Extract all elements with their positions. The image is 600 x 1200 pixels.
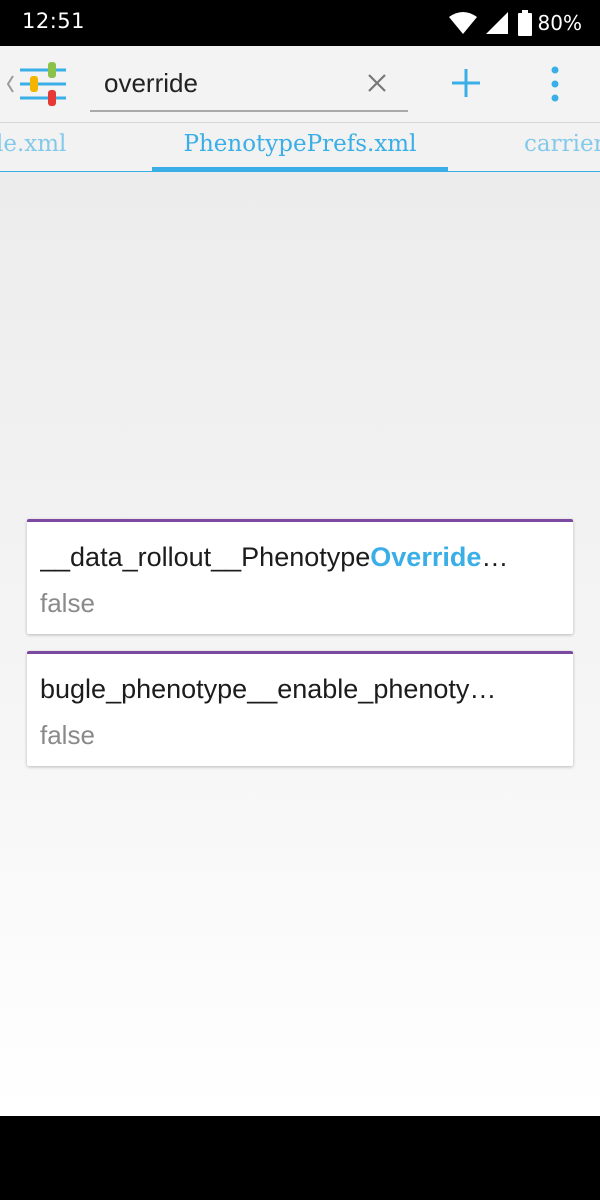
preference-item[interactable]: __data_rollout__PhenotypeOverride… false xyxy=(27,519,573,634)
preference-value: false xyxy=(40,720,95,750)
file-tabs: le.xml PhenotypePrefs.xml carrier xyxy=(0,123,600,173)
preference-key: bugle_phenotype__enable_phenoty… xyxy=(40,674,560,705)
sliders-icon[interactable] xyxy=(4,60,70,108)
tab-next-file[interactable]: carrier xyxy=(524,131,600,157)
key-prefix: __data_rollout__Phenotype xyxy=(40,542,371,572)
key-prefix: bugle_phenotype__enable_phenoty xyxy=(40,674,470,704)
status-time: 12:51 xyxy=(22,9,86,33)
status-bar: 12:51 80% xyxy=(0,0,600,46)
toolbar xyxy=(0,46,600,123)
search-box xyxy=(90,60,408,112)
navigation-bar xyxy=(0,1116,600,1200)
status-icons: 80% xyxy=(448,10,582,36)
battery-icon xyxy=(517,10,532,36)
preference-value: false xyxy=(40,588,95,618)
tab-previous-file[interactable]: le.xml xyxy=(0,131,66,157)
search-input[interactable] xyxy=(104,64,354,102)
key-ellipsis: … xyxy=(469,674,497,704)
key-ellipsis: … xyxy=(481,542,509,572)
preference-key: __data_rollout__PhenotypeOverride… xyxy=(40,542,560,573)
more-vert-icon[interactable] xyxy=(545,66,565,102)
preference-item[interactable]: bugle_phenotype__enable_phenoty… false xyxy=(27,651,573,766)
tab-phenotype-prefs[interactable]: PhenotypePrefs.xml xyxy=(152,131,448,157)
cellular-signal-icon xyxy=(485,12,508,34)
active-tab-indicator xyxy=(152,167,448,171)
plus-icon[interactable] xyxy=(450,67,482,99)
wifi-icon xyxy=(448,12,477,34)
results-list: __data_rollout__PhenotypeOverride… false… xyxy=(0,172,600,1116)
key-match-highlight: Override xyxy=(370,542,482,572)
close-icon[interactable] xyxy=(366,72,388,94)
battery-percent: 80% xyxy=(537,11,582,35)
